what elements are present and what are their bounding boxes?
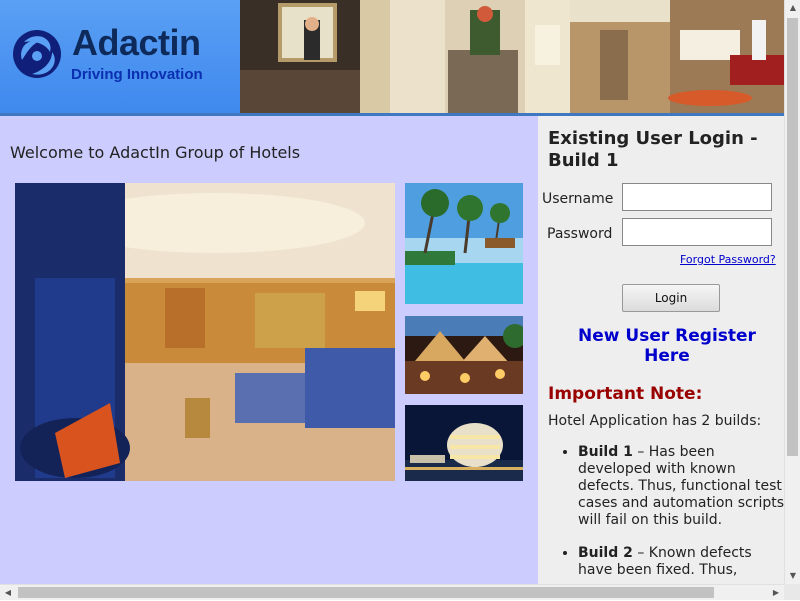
login-panel: Existing User Login - Build 1 Username P… [538,116,784,584]
builds-list: Build 1 – Has been developed with known … [548,444,784,584]
scrollbar-corner [784,584,800,600]
horizontal-scrollbar[interactable]: ◀ ▶ [0,584,784,600]
adactin-swirl-icon [13,30,61,78]
forgot-password-link[interactable]: Forgot Password? [680,253,776,266]
build-name: Build 2 [578,545,633,561]
lobby-image [240,0,784,115]
username-input[interactable] [622,183,772,211]
scroll-right-icon[interactable]: ▶ [768,585,784,601]
brand-name: Adactin [72,22,201,63]
list-item: Build 1 – Has been developed with known … [578,444,784,529]
adactin-logo: Adactin Driving Innovation [0,0,240,115]
resort-tents-photo [405,316,523,394]
login-button[interactable]: Login [622,284,720,312]
vertical-scroll-thumb[interactable] [787,18,798,456]
hotel-lobby-banner [240,0,784,115]
welcome-panel: Welcome to AdactIn Group of Hotels [0,116,538,584]
welcome-heading: Welcome to AdactIn Group of Hotels [10,143,301,162]
password-label: Password [547,226,613,242]
horizontal-scroll-thumb[interactable] [18,587,714,598]
build-name: Build 1 [578,444,633,460]
scroll-left-icon[interactable]: ◀ [0,585,16,601]
beach-pool-photo [405,183,523,304]
list-item: Build 2 – Known defects have been fixed.… [578,545,784,579]
hotel-night-photo [405,405,523,481]
brand-tagline: Driving Innovation [71,66,203,83]
important-note-heading: Important Note: [548,384,703,404]
login-title: Existing User Login - Build 1 [548,128,758,171]
username-label: Username [542,191,614,207]
vertical-scrollbar[interactable]: ▲ ▼ [784,0,800,584]
new-user-register-link[interactable]: New User Register Here [574,326,760,366]
password-input[interactable] [622,218,772,246]
hotel-suite-photo [15,183,395,481]
site-header: Adactin Driving Innovation [0,0,784,116]
scroll-up-icon[interactable]: ▲ [785,0,800,16]
note-intro: Hotel Application has 2 builds: [548,413,762,429]
scroll-down-icon[interactable]: ▼ [785,568,800,584]
